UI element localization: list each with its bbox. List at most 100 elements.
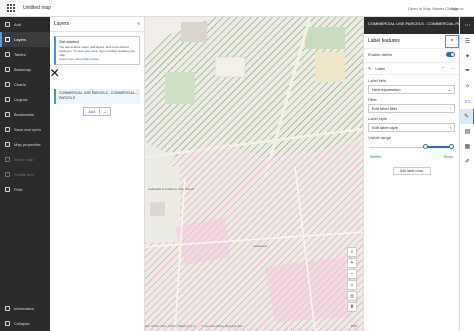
zoom-in-icon[interactable]: + [347,258,357,268]
nav-item-label: Legend [14,97,28,102]
add-icon [5,22,10,27]
learn-more-link[interactable]: Learn more about Map Viewer [59,57,136,61]
print-icon [5,187,10,192]
tables-icon [5,52,10,57]
range-max-handle[interactable] [448,144,454,149]
search-icon[interactable]: ⌕ [347,247,357,257]
sketch-icon[interactable]: ✐ [460,154,474,169]
get-started-body: You can explore maps, add layers, and mo… [59,45,136,57]
edit-style-label: Edit label style [372,125,398,130]
range-min-handle[interactable] [423,144,429,149]
nav-item-create-app[interactable]: Create app [0,167,50,182]
label-features-panel: COMMERCIAL USE PARCELS - COMMERCIAL PARC… [363,17,459,331]
nav-item-label: Share map [14,157,34,162]
range-max-label[interactable]: Room [444,155,453,159]
nav-item-charts[interactable]: Charts [0,77,50,92]
nav-item-label: Basemap [14,67,31,72]
nav-item-label: Layers [14,37,27,42]
nav-item-layers[interactable]: Layers [0,32,50,47]
nav-item-label: Save and open [14,127,41,132]
visible-range-slider[interactable] [369,144,454,152]
nav-item-tables[interactable]: Tables [0,47,50,62]
map-canvas[interactable]: Cathedral & Academy High School Lakewood [145,17,363,331]
label-class-icon: ✎ [368,66,372,71]
map-label-school: Cathedral & Academy High School [148,187,194,191]
range-min-label[interactable]: Streets [370,155,381,159]
labels-icon[interactable]: ✎ [460,109,474,124]
left-nav: Add Layers Tables Basemap Charts Legend Bookma… [0,17,50,331]
locate-icon[interactable]: ◎ [347,291,357,301]
information-icon [5,306,10,311]
layers-panel: Layers « Get started You can explore map… [50,17,145,331]
map-view[interactable]: Cathedral & Academy High School Lakewood [145,17,363,331]
chevron-right-icon: › [449,106,451,111]
chevron-right-icon: › [449,125,451,130]
add-label-class-button[interactable]: Add label class [392,167,431,175]
enable-labels-label: Enable labels [368,52,393,57]
nav-item-information[interactable]: Information [0,301,50,316]
nav-item-label: Create app [14,172,34,177]
add-dropdown-icon[interactable]: ⌄ [100,109,109,114]
map-tools: ⌕ + − ⌂ ◎ ⬆ [347,247,359,313]
nav-item-basemap[interactable]: Basemap [0,62,50,77]
nav-item-bookmarks[interactable]: Bookmarks [0,107,50,122]
nav-item-label: Map properties [14,142,41,147]
layer-item[interactable]: COMMERCIAL USE PARCELS - COMMERCIAL PARC… [54,89,140,104]
nav-item-legend[interactable]: Legend [0,92,50,107]
share-map-icon [5,157,10,162]
nav-item-map-properties[interactable]: Map properties [0,137,50,152]
panel-subtitle: Label features [368,38,400,44]
panel-layer-header: COMMERCIAL USE PARCELS - COMMERCIAL PARC… [364,17,459,34]
effects-icon[interactable]: ✧ [460,79,474,94]
nav-item-print[interactable]: Print [0,182,50,197]
get-started-title: Get started [59,39,79,44]
nav-item-label: Bookmarks [14,112,35,117]
close-get-started-icon[interactable]: × [50,65,59,82]
compass-icon[interactable]: ⬆ [347,302,357,312]
nav-item-share-map[interactable]: Share map [0,152,50,167]
chevron-down-icon: ⌄ [447,87,451,92]
building-block [181,22,207,42]
collapse-panel-icon[interactable]: « [137,21,140,27]
nav-item-add[interactable]: Add [0,17,50,32]
top-bar: Untitled map Open in Map Viewer Classic … [0,0,474,17]
home-icon[interactable]: ⌂ [347,280,357,290]
field-area [165,72,195,104]
label-class-row[interactable]: ✎ Label ⌃ ⋯ [364,62,459,75]
get-started-card: Get started You can explore maps, add la… [54,36,140,65]
edit-filter-button[interactable]: Edit label filter › [368,104,455,113]
label-field-value: New expression [372,87,401,92]
more-options-icon[interactable]: ⋯ [451,66,455,71]
right-toolbar: ⋯ ☰ ✦ ⏷ ✧ ▭ ✎ ▤ ▦ ✐ [459,17,474,331]
layers-header: Layers « [50,17,144,32]
add-layer-label[interactable]: Add [84,109,101,114]
add-layer-button[interactable]: Add ⌄ [83,107,111,116]
nav-item-label: Tables [14,52,26,57]
enable-labels-toggle[interactable] [446,52,455,57]
edit-style-button[interactable]: Edit label style › [368,123,455,132]
zoom-out-icon[interactable]: − [347,269,357,279]
filter-icon[interactable]: ⏷ [460,64,474,79]
app-launcher-icon[interactable] [5,2,17,14]
label-field-select[interactable]: New expression ⌄ [368,85,455,94]
nav-item-save-and-open[interactable]: Save and open [0,122,50,137]
popups-icon[interactable]: ▭ [460,94,474,109]
layers-icon [5,37,10,42]
label-style-title: Label style [368,116,388,121]
fields-icon[interactable]: ▤ [460,124,474,139]
styles-icon[interactable]: ✦ [460,49,474,64]
layer-options-icon[interactable]: ··· [134,91,138,97]
close-panel-button[interactable]: × [445,34,459,48]
map-attribution: Esri, NASA, NGA, USGS, FEMA | City of ..… [145,324,246,328]
park-area [305,27,345,49]
bookmarks-icon [5,112,10,117]
sign-in-link[interactable]: Sign In [451,6,463,11]
more-icon[interactable]: ⋯ [460,17,474,34]
properties-icon[interactable]: ☰ [460,34,474,49]
collapse-icon[interactable]: ⌃ [442,66,445,71]
nav-item-collapse[interactable]: Collapse [0,316,50,331]
nav-item-label: Collapse [14,321,30,326]
basemap-icon [5,67,10,72]
filter-title: Filter [368,97,377,102]
forms-icon[interactable]: ▦ [460,139,474,154]
